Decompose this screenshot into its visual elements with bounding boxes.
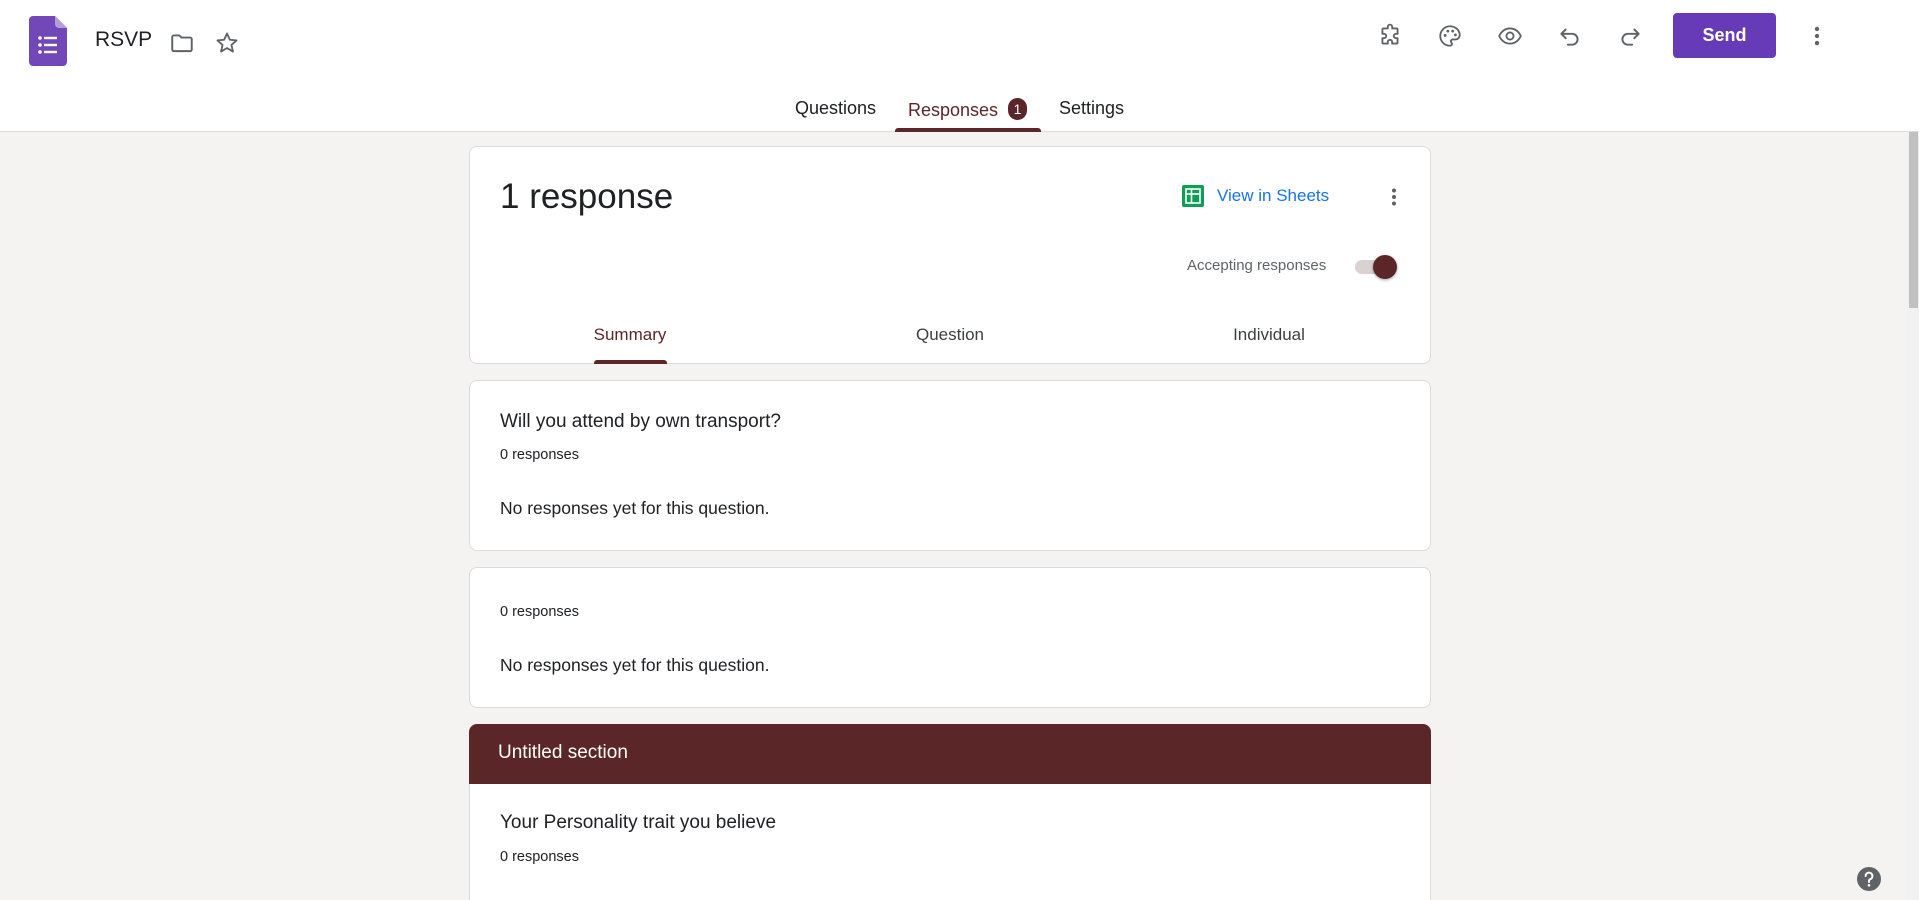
help-icon[interactable]	[1856, 866, 1882, 892]
accepting-responses-label: Accepting responses	[1187, 257, 1327, 274]
addon-puzzle-icon[interactable]	[1370, 16, 1410, 56]
question-summary-card: 0 responses No responses yet for this qu…	[469, 567, 1431, 708]
form-title[interactable]: RSVP	[95, 28, 152, 52]
palette-icon[interactable]	[1430, 16, 1470, 56]
active-subtab-indicator	[594, 360, 667, 364]
forms-logo-icon[interactable]	[29, 16, 67, 66]
tab-settings[interactable]: Settings	[1059, 98, 1124, 132]
responses-more-icon[interactable]	[1378, 181, 1410, 213]
no-responses-message: No responses yet for this question.	[500, 655, 770, 675]
response-count: 1 response	[500, 177, 674, 216]
more-vert-icon[interactable]	[1797, 16, 1837, 56]
view-in-sheets-link[interactable]: View in Sheets	[1182, 185, 1329, 207]
tab-settings-label: Settings	[1059, 98, 1125, 118]
main-tabs: Questions Responses 1 Settings	[0, 90, 1919, 132]
responses-count-badge: 1	[1008, 98, 1028, 120]
question-response-count: 0 responses	[500, 604, 579, 620]
send-button[interactable]: Send	[1673, 13, 1776, 58]
question-title: Will you attend by own transport?	[500, 411, 781, 432]
question-summary-card: Your Personality trait you believe 0 res…	[469, 784, 1431, 900]
question-summary-card: Will you attend by own transport? 0 resp…	[469, 380, 1431, 551]
folder-icon[interactable]	[162, 23, 202, 63]
subtab-individual[interactable]: Individual	[1199, 325, 1339, 345]
tab-questions[interactable]: Questions	[795, 98, 876, 132]
tab-responses[interactable]: Responses 1	[908, 98, 1028, 132]
star-icon[interactable]	[207, 23, 247, 63]
responses-summary-card: 1 response View in Sheets Accepting resp…	[469, 146, 1431, 364]
question-title: Your Personality trait you believe	[500, 812, 777, 833]
question-response-count: 0 responses	[500, 849, 579, 865]
question-response-count: 0 responses	[500, 447, 579, 463]
toggle-thumb	[1373, 255, 1397, 279]
sheets-icon	[1182, 185, 1204, 207]
section-header: Untitled section	[469, 724, 1431, 784]
preview-eye-icon[interactable]	[1490, 16, 1530, 56]
view-in-sheets-label: View in Sheets	[1217, 186, 1330, 205]
active-tab-indicator	[895, 128, 1041, 132]
subtab-question[interactable]: Question	[880, 325, 1020, 345]
section-title: Untitled section	[498, 742, 628, 763]
app-header: RSVP Send Questions Responses 1 Settings	[0, 0, 1919, 132]
page-scrollbar-thumb[interactable]	[1909, 132, 1918, 308]
subtab-summary[interactable]: Summary	[560, 325, 700, 345]
tab-questions-label: Questions	[795, 98, 877, 118]
no-responses-message: No responses yet for this question.	[500, 498, 770, 518]
redo-icon[interactable]	[1610, 16, 1650, 56]
tab-responses-label: Responses	[908, 100, 999, 120]
accepting-responses-toggle[interactable]	[1353, 254, 1399, 280]
undo-icon[interactable]	[1550, 16, 1590, 56]
